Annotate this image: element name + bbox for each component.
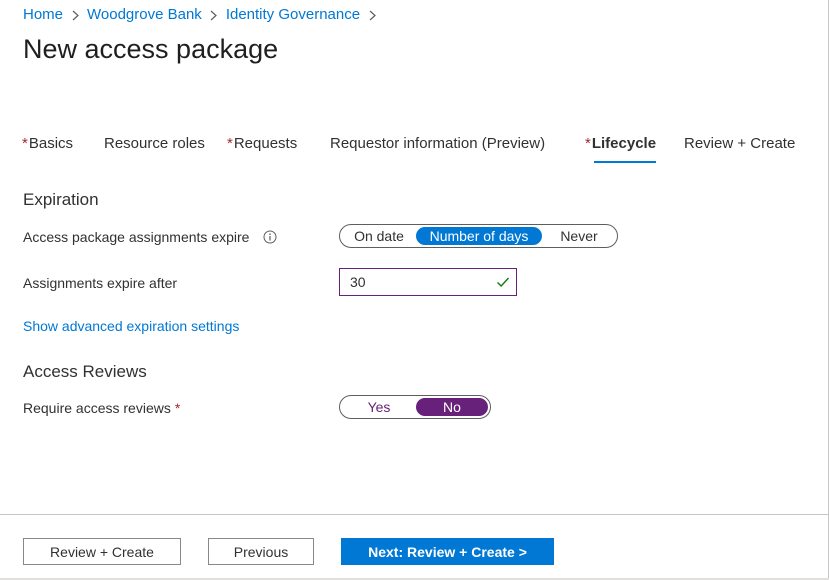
assignments-expire-label-text: Access package assignments expire (23, 229, 250, 245)
checkmark-icon (497, 277, 510, 287)
required-marker: * (174, 400, 181, 416)
expiration-heading: Expiration (23, 190, 99, 209)
chevron-right-icon (63, 6, 87, 23)
required-marker: * (585, 135, 591, 152)
breadcrumb: Home Woodgrove Bank Identity Governance (23, 6, 384, 23)
breadcrumb-identity-governance[interactable]: Identity Governance (226, 6, 360, 23)
option-on-date[interactable]: On date (344, 227, 414, 245)
tab-basics[interactable]: *Basics (22, 133, 73, 163)
required-marker: * (22, 135, 28, 152)
expire-after-field (339, 268, 517, 296)
advanced-expiration-link[interactable]: Show advanced expiration settings (23, 318, 239, 334)
next-review-create-button[interactable]: Next: Review + Create > (341, 538, 554, 565)
expiration-type-toggle: On date Number of days Never (339, 224, 618, 248)
tab-label: Requestor information (Preview) (330, 135, 546, 152)
option-no[interactable]: No (416, 398, 488, 416)
expire-after-input[interactable] (340, 269, 500, 295)
breadcrumb-home[interactable]: Home (23, 6, 63, 23)
chevron-right-icon (360, 6, 384, 23)
option-yes[interactable]: Yes (344, 398, 414, 416)
review-create-button[interactable]: Review + Create (23, 538, 181, 565)
previous-button[interactable]: Previous (208, 538, 314, 565)
tab-requestor-information[interactable]: Requestor information (Preview) (330, 133, 545, 163)
wizard-tabs: *Basics Resource roles *Requests Request… (0, 133, 829, 165)
tab-lifecycle[interactable]: *Lifecycle (585, 133, 657, 163)
required-marker: * (227, 135, 233, 152)
require-reviews-toggle: Yes No (339, 395, 491, 419)
access-reviews-heading: Access Reviews (23, 362, 147, 381)
option-number-of-days[interactable]: Number of days (416, 227, 542, 245)
selected-tab-underline (594, 161, 657, 163)
footer-divider (0, 514, 829, 515)
page-title: New access package (23, 34, 279, 64)
info-icon[interactable] (263, 230, 277, 244)
tab-label: Basics (28, 135, 74, 152)
require-reviews-label: Require access reviews * (23, 400, 180, 416)
option-never[interactable]: Never (546, 227, 612, 245)
tab-label: Review + Create (684, 135, 796, 152)
page: Home Woodgrove Bank Identity Governance … (0, 0, 829, 580)
tab-label: Lifecycle (591, 135, 657, 152)
tab-label: Resource roles (104, 135, 205, 152)
tab-review-create[interactable]: Review + Create (684, 133, 795, 163)
chevron-right-icon (202, 6, 226, 23)
breadcrumb-woodgrove-bank[interactable]: Woodgrove Bank (87, 6, 202, 23)
tab-requests[interactable]: *Requests (227, 133, 297, 163)
require-reviews-label-text: Require access reviews (23, 400, 171, 416)
assignments-expire-label: Access package assignments expire (23, 229, 277, 245)
tab-label: Requests (233, 135, 298, 152)
tab-resource-roles[interactable]: Resource roles (104, 133, 205, 163)
expire-after-label: Assignments expire after (23, 275, 178, 291)
